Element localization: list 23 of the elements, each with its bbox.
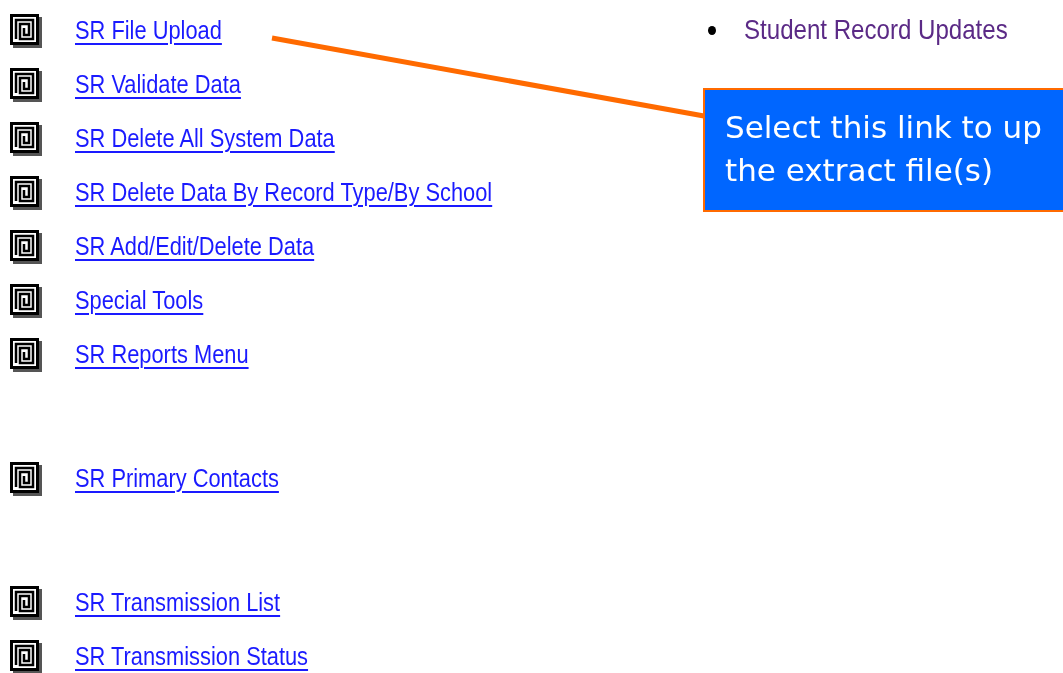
list-item: Student Record Updates xyxy=(744,14,1008,46)
menu-link[interactable]: SR Delete Data By Record Type/By School xyxy=(75,176,493,208)
spiral-icon xyxy=(10,586,42,620)
menu-link[interactable]: Special Tools xyxy=(75,284,204,316)
spiral-icon xyxy=(10,338,42,372)
menu-link[interactable]: SR Delete All System Data xyxy=(75,122,335,154)
callout-text: Select this link to up the extract file(s) xyxy=(725,108,1043,190)
spiral-icon xyxy=(10,14,42,48)
bullet-icon xyxy=(708,25,716,35)
spiral-icon xyxy=(10,640,42,673)
spiral-icon xyxy=(10,68,42,102)
spiral-icon xyxy=(10,284,42,318)
menu-link[interactable]: SR Transmission Status xyxy=(75,640,309,672)
spiral-icon xyxy=(10,122,42,156)
spiral-icon xyxy=(10,176,42,210)
menu-link[interactable]: SR Validate Data xyxy=(75,68,241,100)
spiral-icon xyxy=(10,462,42,496)
menu-link[interactable]: SR Reports Menu xyxy=(75,338,249,370)
menu-link[interactable]: SR Add/Edit/Delete Data xyxy=(75,230,315,262)
menu-link[interactable]: SR Primary Contacts xyxy=(75,462,279,494)
spiral-icon xyxy=(10,230,42,264)
menu-link[interactable]: SR File Upload xyxy=(75,14,222,46)
menu-link[interactable]: SR Transmission List xyxy=(75,586,281,618)
